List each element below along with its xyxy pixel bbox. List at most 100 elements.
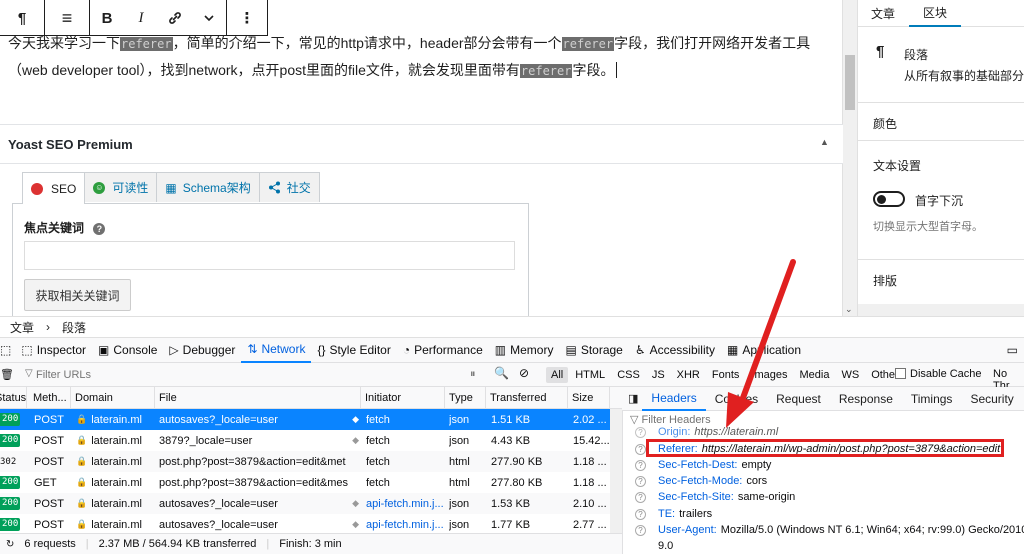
tab-cookies[interactable]: Cookies (706, 387, 767, 411)
filter-css[interactable]: CSS (612, 367, 645, 383)
tab-schema[interactable]: ▦ Schema架构 (156, 172, 260, 202)
tab-console[interactable]: ▣ Console (92, 338, 163, 363)
tab-application[interactable]: ▦ Application (721, 338, 807, 363)
lock-icon: 🔒 (76, 498, 88, 508)
tab-style-editor[interactable]: {} Style Editor (311, 338, 396, 363)
col-type[interactable]: Type (445, 387, 486, 409)
tab-response[interactable]: Response (830, 387, 902, 411)
scroll-down-icon[interactable]: ⌄ (845, 304, 853, 315)
col-transferred[interactable]: Transferred (486, 387, 568, 409)
disable-cache-checkbox[interactable] (895, 368, 906, 379)
table-row[interactable]: 200 POST 🔒 laterain.ml 3879?_locale=user ◆… (0, 430, 622, 451)
tab-network[interactable]: ⇅ Network (241, 338, 312, 363)
pause-icon[interactable]: ⏸ (470, 368, 476, 381)
filter-fonts[interactable]: Fonts (707, 367, 745, 383)
tab-request[interactable]: Request (767, 387, 830, 411)
tab-social[interactable]: 社交 (258, 172, 320, 202)
filter-images[interactable]: Images (746, 367, 792, 383)
options-group: ⋮ (226, 0, 267, 36)
breadcrumb-item[interactable]: 段落 (62, 319, 86, 336)
help-icon[interactable]: ? (635, 426, 646, 438)
refresh-icon[interactable]: ↻ (6, 539, 14, 550)
debugger-icon: ▷ (169, 343, 179, 357)
col-initiator[interactable]: Initiator (361, 387, 445, 409)
filter-ws[interactable]: WS (836, 367, 864, 383)
tab-seo[interactable]: SEO (22, 172, 86, 204)
method-cell: POST (34, 518, 64, 531)
tab-timings[interactable]: Timings (902, 387, 962, 411)
bold-button[interactable]: B (90, 0, 124, 36)
col-status[interactable]: Status (0, 387, 27, 409)
col-size[interactable]: Size (568, 387, 610, 409)
help-icon[interactable]: ? (635, 443, 646, 455)
table-row[interactable]: 200 GET 🔒 laterain.ml post.php?post=3879&… (0, 472, 622, 493)
tab-performance[interactable]: ◔ Performance (397, 338, 489, 363)
tab-label: Storage (580, 343, 623, 357)
sidebar-tab-post[interactable]: 文章 (857, 0, 909, 27)
col-file[interactable]: File (155, 387, 361, 409)
sidebar-tab-block[interactable]: 区块 (909, 0, 962, 27)
paragraph-text: 字段。 (572, 62, 615, 78)
focus-keyphrase-input[interactable] (24, 241, 515, 270)
help-icon[interactable]: ? (635, 508, 646, 520)
table-row[interactable]: 200 POST 🔒 laterain.ml autosaves?_locale=… (0, 514, 622, 535)
block-icon[interactable]: ⊘ (519, 366, 529, 380)
tab-accessibility[interactable]: ♿ Accessibility (629, 338, 721, 363)
focus-keyphrase-text: 焦点关键词 (24, 221, 85, 235)
tab-security[interactable]: Security (961, 387, 1022, 411)
editor-scrollbar[interactable] (843, 0, 857, 316)
help-icon[interactable]: ? (635, 491, 646, 503)
table-row[interactable]: 200 POST 🔒 laterain.ml autosaves?_locale=… (0, 493, 622, 514)
help-icon[interactable]: ? (93, 223, 106, 235)
link-icon[interactable] (158, 0, 192, 36)
search-icon[interactable]: 🔍 (494, 366, 509, 380)
text-settings-label[interactable]: 文本设置 (873, 157, 921, 174)
paragraph-text: ，简单的介绍一下，常见的http请求中，header部分会带有一个 (172, 35, 562, 51)
breadcrumb-item[interactable]: 文章 (10, 319, 34, 336)
initiator-cell[interactable]: api-fetch.min.j... (366, 493, 444, 514)
tab-headers[interactable]: Headers (642, 387, 706, 411)
help-icon[interactable]: ? (635, 475, 646, 487)
tab-readability[interactable]: ☺ 可读性 (84, 172, 158, 202)
initiator-cell[interactable]: api-fetch.min.j... (366, 514, 444, 535)
editor-scrollbar-thumb[interactable] (845, 55, 855, 110)
table-row[interactable]: 200 POST 🔒 laterain.ml autosaves?_locale=… (0, 409, 622, 430)
grid-icon: ▦ (165, 180, 177, 195)
tab-debugger[interactable]: ▷ Debugger (163, 338, 241, 363)
col-domain[interactable]: Domain (71, 387, 155, 409)
file-cell: autosaves?_locale=user (159, 518, 278, 531)
table-row[interactable]: 302 POST 🔒 laterain.ml post.php?post=3879… (0, 451, 622, 472)
chevron-down-icon[interactable] (192, 0, 226, 36)
italic-button[interactable]: I (124, 0, 158, 36)
filter-urls-input[interactable] (36, 366, 436, 383)
paragraph-block[interactable]: 今天我来学习一下referer，简单的介绍一下，常见的http请求中，heade… (8, 30, 838, 84)
help-icon[interactable]: ? (635, 524, 646, 536)
col-method[interactable]: Meth... (29, 387, 71, 409)
tab-memory[interactable]: ▥ Memory (489, 338, 560, 363)
dock-icon[interactable]: ▭ (1001, 338, 1024, 363)
more-options-icon[interactable]: ⋮ (227, 0, 267, 36)
collapse-caret-icon[interactable]: ▲ (820, 137, 829, 147)
requests-scrollbar[interactable] (610, 409, 622, 533)
filter-headers[interactable]: ▽ Filter Headers (630, 413, 711, 426)
trash-icon[interactable]: 🗑 (0, 368, 14, 381)
help-icon[interactable]: ? (635, 459, 646, 471)
sidebar-h-scrollbar[interactable] (858, 304, 1024, 316)
panel-toggle-icon[interactable]: ◨ (628, 392, 638, 405)
status-badge: 200 (0, 413, 21, 426)
typography-label[interactable]: 排版 (873, 272, 897, 289)
tracker-icon: ◆ (352, 414, 359, 424)
filter-media[interactable]: Media (794, 367, 834, 383)
tab-label: Debugger (182, 343, 236, 357)
filter-js[interactable]: JS (647, 367, 670, 383)
filter-all[interactable]: All (546, 367, 569, 383)
paragraph-icon[interactable]: ¶ (0, 0, 44, 36)
align-icon[interactable]: ≡ (45, 0, 89, 36)
element-picker-icon[interactable]: ⬚ (0, 338, 15, 363)
tab-inspector[interactable]: ⬚ Inspector (15, 338, 92, 363)
tab-storage[interactable]: ▤ Storage (559, 338, 628, 363)
requests-table-header: Status Meth... Domain File Initiator Typ… (0, 387, 622, 409)
filter-html[interactable]: HTML (570, 367, 610, 383)
filter-xhr[interactable]: XHR (672, 367, 705, 383)
get-related-keyphrases-button[interactable]: 获取相关关键词 (24, 279, 131, 311)
